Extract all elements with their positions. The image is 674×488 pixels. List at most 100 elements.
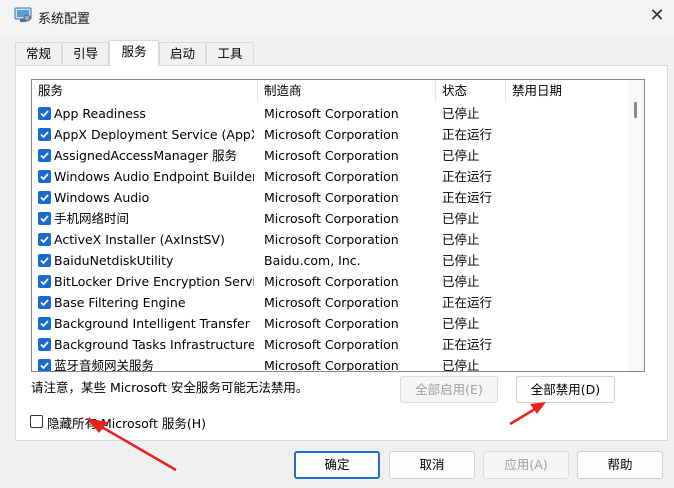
row-checkbox[interactable]	[38, 296, 51, 309]
tab-startup[interactable]: 启动	[159, 42, 206, 64]
tab-general[interactable]: 常规	[15, 42, 62, 64]
service-name: ActiveX Installer (AxInstSV)	[54, 232, 225, 247]
disable-all-button[interactable]: 全部禁用(D)	[516, 376, 615, 403]
service-vendor: Microsoft Corporation	[264, 148, 399, 163]
tab-services-label: 服务	[121, 44, 147, 59]
service-vendor: Baidu.com, Inc.	[264, 253, 361, 268]
checkmark-icon	[40, 341, 49, 349]
service-status: 已停止	[442, 232, 480, 247]
service-vendor: Microsoft Corporation	[264, 295, 399, 310]
row-checkbox[interactable]	[38, 212, 51, 225]
row-checkbox[interactable]	[38, 317, 51, 330]
service-status: 已停止	[442, 316, 480, 331]
service-name: AppX Deployment Service (AppX…	[54, 127, 254, 142]
service-disabled-date	[512, 271, 622, 292]
column-header-vendor[interactable]: 制造商	[258, 80, 436, 102]
table-row[interactable]: BitLocker Drive Encryption Service Micros…	[32, 271, 628, 292]
service-vendor: Microsoft Corporation	[264, 127, 399, 142]
service-disabled-date	[512, 313, 622, 334]
service-status: 正在运行	[442, 337, 493, 352]
checkmark-icon	[40, 236, 49, 244]
service-disabled-date	[512, 187, 622, 208]
table-row[interactable]: App Readiness Microsoft Corporation 已停止	[32, 103, 628, 124]
service-disabled-date	[512, 166, 622, 187]
service-vendor: Microsoft Corporation	[264, 274, 399, 289]
service-name: 蓝牙音频网关服务	[54, 358, 155, 372]
row-checkbox[interactable]	[38, 275, 51, 288]
service-name: 手机网络时间	[54, 211, 130, 226]
services-list[interactable]: 服务 制造商 状态 禁用日期 App Readiness Microsoft Co…	[31, 79, 645, 372]
service-vendor: Microsoft Corporation	[264, 169, 399, 184]
service-disabled-date	[512, 208, 622, 229]
close-button[interactable]: ✕	[640, 0, 674, 32]
table-row[interactable]: Background Tasks Infrastructure… Microsof…	[32, 334, 628, 355]
row-checkbox[interactable]	[38, 338, 51, 351]
service-disabled-date	[512, 334, 622, 355]
enable-all-button[interactable]: 全部启用(E)	[400, 376, 498, 403]
service-status: 已停止	[442, 106, 480, 121]
vertical-scrollbar[interactable]	[628, 80, 644, 371]
title-bar: 系统配置 ✕	[0, 0, 674, 34]
service-status: 已停止	[442, 358, 480, 372]
scrollbar-thumb[interactable]	[634, 102, 637, 118]
checkmark-icon	[40, 278, 49, 286]
checkmark-icon	[40, 131, 49, 139]
row-checkbox[interactable]	[38, 359, 51, 371]
checkmark-icon	[40, 173, 49, 181]
table-row[interactable]: Windows Audio Endpoint Builder Microsoft …	[32, 166, 628, 187]
row-checkbox[interactable]	[38, 254, 51, 267]
column-header-service[interactable]: 服务	[32, 80, 258, 102]
column-header-disabled-date[interactable]: 禁用日期	[506, 80, 628, 102]
table-row[interactable]: AppX Deployment Service (AppX… Microsoft …	[32, 124, 628, 145]
service-disabled-date	[512, 229, 622, 250]
service-vendor: Microsoft Corporation	[264, 358, 399, 372]
tab-tools[interactable]: 工具	[206, 42, 254, 64]
service-name: Background Tasks Infrastructure…	[54, 337, 254, 352]
tab-general-label: 常规	[25, 46, 51, 61]
service-disabled-date	[512, 103, 622, 124]
checkmark-icon	[40, 110, 49, 118]
checkmark-icon	[40, 257, 49, 265]
table-row[interactable]: 蓝牙音频网关服务 Microsoft Corporation 已停止	[32, 355, 628, 372]
service-name: Windows Audio Endpoint Builder	[54, 169, 254, 184]
table-row[interactable]: Windows Audio Microsoft Corporation 正在运行	[32, 187, 628, 208]
list-header: 服务 制造商 状态 禁用日期	[32, 80, 628, 102]
apply-button[interactable]: 应用(A)	[483, 451, 569, 479]
row-checkbox[interactable]	[38, 149, 51, 162]
service-name: BaiduNetdiskUtility	[54, 253, 174, 268]
service-vendor: Microsoft Corporation	[264, 316, 399, 331]
hide-microsoft-services-label[interactable]: 隐藏所有 Microsoft 服务(H)	[47, 413, 206, 432]
row-checkbox[interactable]	[38, 170, 51, 183]
service-vendor: Microsoft Corporation	[264, 190, 399, 205]
service-status: 正在运行	[442, 169, 493, 184]
service-name: BitLocker Drive Encryption Service	[54, 274, 254, 289]
checkmark-icon	[40, 152, 49, 160]
tab-boot[interactable]: 引导	[62, 42, 109, 64]
help-button[interactable]: 帮助	[577, 451, 663, 479]
row-checkbox[interactable]	[38, 191, 51, 204]
cancel-button[interactable]: 取消	[389, 451, 475, 479]
table-row[interactable]: 手机网络时间 Microsoft Corporation 已停止	[32, 208, 628, 229]
service-status: 正在运行	[442, 127, 493, 142]
ok-button[interactable]: 确定	[294, 451, 380, 479]
close-icon: ✕	[649, 5, 665, 26]
column-header-status[interactable]: 状态	[436, 80, 506, 102]
hide-microsoft-services-checkbox[interactable]	[30, 415, 43, 428]
table-row[interactable]: AssignedAccessManager 服务 Microsoft Corpor…	[32, 145, 628, 166]
service-status: 正在运行	[442, 295, 493, 310]
table-row[interactable]: Background Intelligent Transfer … Microso…	[32, 313, 628, 334]
table-row[interactable]: BaiduNetdiskUtility Baidu.com, Inc. 已停止	[32, 250, 628, 271]
checkmark-icon	[40, 194, 49, 202]
table-row[interactable]: ActiveX Installer (AxInstSV) Microsoft Co…	[32, 229, 628, 250]
table-row[interactable]: Base Filtering Engine Microsoft Corporati…	[32, 292, 628, 313]
service-vendor: Microsoft Corporation	[264, 211, 399, 226]
checkmark-icon	[40, 299, 49, 307]
service-status: 已停止	[442, 211, 480, 226]
row-checkbox[interactable]	[38, 128, 51, 141]
service-vendor: Microsoft Corporation	[264, 106, 399, 121]
tab-services[interactable]: 服务	[109, 40, 159, 66]
security-services-note: 请注意，某些 Microsoft 安全服务可能无法禁用。	[31, 380, 309, 395]
service-status: 已停止	[442, 148, 480, 163]
row-checkbox[interactable]	[38, 233, 51, 246]
row-checkbox[interactable]	[38, 107, 51, 120]
